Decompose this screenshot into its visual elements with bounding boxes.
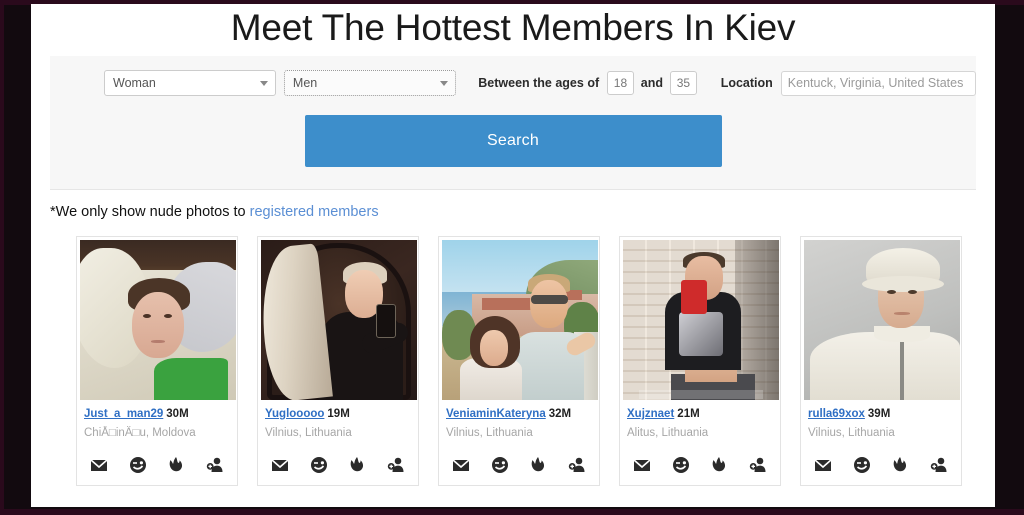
- member-age: 32M: [548, 408, 572, 420]
- member-actions: [442, 440, 596, 485]
- member-name-line: Just_a_man29 30M: [84, 407, 230, 421]
- add-friend-icon[interactable]: [387, 456, 405, 474]
- member-results-grid: Just_a_man29 30M ChiÅ□inÄ□u, Moldova Yug…: [76, 236, 995, 486]
- member-name-line: Xujznaet 21M: [627, 407, 773, 421]
- member-info: Xujznaet 21M Alitus, Lithuania: [623, 400, 777, 440]
- flame-icon[interactable]: [529, 456, 547, 474]
- member-card[interactable]: Just_a_man29 30M ChiÅ□inÄ□u, Moldova: [76, 236, 238, 486]
- member-username[interactable]: Xujznaet: [627, 408, 674, 420]
- search-filters-row: Woman Men Between the ages of 18 and 35 …: [50, 70, 977, 96]
- member-info: Yuglooooo 19M Vilnius, Lithuania: [261, 400, 415, 440]
- member-age: 30M: [166, 408, 189, 420]
- seeking-select[interactable]: Men: [283, 70, 457, 96]
- location-input[interactable]: Kentuck, Virginia, United States: [780, 70, 977, 96]
- age-and-label: and: [640, 76, 664, 90]
- member-info: VeniaminKateryna 32M Vilnius, Lithuania: [442, 400, 596, 440]
- notice-text: *We only show nude photos to: [50, 204, 250, 220]
- flame-icon[interactable]: [167, 456, 185, 474]
- message-icon[interactable]: [90, 456, 108, 474]
- flame-icon[interactable]: [348, 456, 366, 474]
- member-location: Vilnius, Lithuania: [446, 427, 533, 439]
- message-icon[interactable]: [452, 456, 470, 474]
- member-username[interactable]: Just_a_man29: [84, 408, 163, 420]
- frame-left-edge: [0, 0, 4, 515]
- member-location: ChiÅ□inÄ□u, Moldova: [84, 427, 196, 439]
- member-photo[interactable]: [804, 240, 960, 400]
- member-photo[interactable]: [623, 240, 779, 400]
- member-location: Vilnius, Lithuania: [265, 427, 352, 439]
- member-location: Vilnius, Lithuania: [808, 427, 895, 439]
- message-icon[interactable]: [814, 456, 832, 474]
- wink-icon[interactable]: [129, 456, 147, 474]
- add-friend-icon[interactable]: [206, 456, 224, 474]
- member-location: Alitus, Lithuania: [627, 427, 709, 439]
- member-actions: [804, 440, 958, 485]
- add-friend-icon[interactable]: [930, 456, 948, 474]
- member-photo[interactable]: [80, 240, 236, 400]
- wink-icon[interactable]: [672, 456, 690, 474]
- nude-photos-notice: *We only show nude photos to registered …: [50, 204, 995, 220]
- frame-bottom-edge: [0, 509, 1024, 515]
- member-info: rulla69xox 39M Vilnius, Lithuania: [804, 400, 958, 440]
- add-friend-icon[interactable]: [749, 456, 767, 474]
- search-button[interactable]: Search: [304, 115, 722, 167]
- member-card[interactable]: rulla69xox 39M Vilnius, Lithuania: [800, 236, 962, 486]
- page-title: Meet The Hottest Members In Kiev: [230, 7, 796, 48]
- seeking-select-value: Men: [292, 76, 318, 90]
- member-photo[interactable]: [261, 240, 417, 400]
- page-content: Meet The Hottest Members In Kiev Woman M…: [31, 4, 995, 507]
- browser-window-frame: Meet The Hottest Members In Kiev Woman M…: [0, 0, 1024, 515]
- search-panel: Woman Men Between the ages of 18 and 35 …: [50, 56, 977, 190]
- wink-icon[interactable]: [491, 456, 509, 474]
- gender-select[interactable]: Woman: [104, 70, 277, 96]
- flame-icon[interactable]: [891, 456, 909, 474]
- member-photo[interactable]: [442, 240, 598, 400]
- member-actions: [80, 440, 234, 485]
- member-actions: [623, 440, 777, 485]
- member-name-line: Yuglooooo 19M: [265, 407, 411, 421]
- age-range-label: Between the ages of: [478, 76, 600, 90]
- message-icon[interactable]: [271, 456, 289, 474]
- member-username[interactable]: VeniaminKateryna: [446, 408, 546, 420]
- age-min-input[interactable]: 18: [607, 71, 634, 95]
- location-label: Location: [720, 76, 773, 90]
- wink-icon[interactable]: [310, 456, 328, 474]
- member-card[interactable]: Xujznaet 21M Alitus, Lithuania: [619, 236, 781, 486]
- member-age: 39M: [867, 408, 891, 420]
- member-username[interactable]: Yuglooooo: [265, 408, 324, 420]
- member-actions: [261, 440, 415, 485]
- member-card[interactable]: VeniaminKateryna 32M Vilnius, Lithuania: [438, 236, 600, 486]
- member-age: 21M: [677, 408, 700, 420]
- add-friend-icon[interactable]: [568, 456, 586, 474]
- message-icon[interactable]: [633, 456, 651, 474]
- wink-icon[interactable]: [853, 456, 871, 474]
- member-card[interactable]: Yuglooooo 19M Vilnius, Lithuania: [257, 236, 419, 486]
- search-button-row: Search: [50, 115, 976, 167]
- member-name-line: rulla69xox 39M: [808, 407, 954, 421]
- chevron-down-icon: [440, 81, 449, 86]
- gender-select-value: Woman: [113, 76, 156, 90]
- age-max-input[interactable]: 35: [670, 71, 697, 95]
- chevron-down-icon: [260, 81, 269, 86]
- member-age: 19M: [327, 408, 350, 420]
- member-info: Just_a_man29 30M ChiÅ□inÄ□u, Moldova: [80, 400, 234, 440]
- registered-members-link[interactable]: registered members: [250, 204, 379, 220]
- member-username[interactable]: rulla69xox: [808, 408, 865, 420]
- flame-icon[interactable]: [710, 456, 728, 474]
- member-name-line: VeniaminKateryna 32M: [446, 407, 592, 421]
